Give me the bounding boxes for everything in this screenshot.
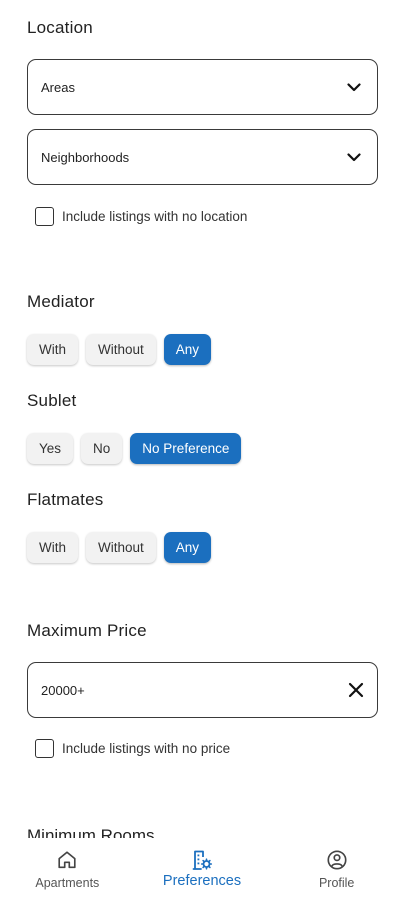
flatmates-option-any[interactable]: Any	[163, 532, 212, 563]
sublet-option-no-preference[interactable]: No Preference	[130, 433, 242, 464]
flatmates-title: Flatmates	[27, 490, 104, 509]
nav-label-apartments: Apartments	[35, 876, 100, 890]
areas-value: Areas	[41, 79, 75, 95]
nav-item-profile[interactable]: Profile	[269, 838, 404, 900]
nav-item-preferences[interactable]: Preferences	[135, 838, 270, 900]
no-price-checkbox-row[interactable]: Include listings with no price	[35, 739, 230, 758]
user-circle-icon	[325, 848, 349, 872]
mediator-option-any[interactable]: Any	[163, 334, 212, 365]
min-rooms-title: Minimum Rooms	[27, 826, 155, 838]
sublet-title: Sublet	[27, 391, 77, 410]
building-settings-icon	[190, 848, 214, 872]
sublet-option-no[interactable]: No	[81, 433, 123, 464]
home-icon	[55, 848, 79, 872]
flatmates-option-without[interactable]: Without	[86, 532, 156, 563]
neighborhoods-value: Neighborhoods	[41, 149, 130, 165]
preferences-scroll-area[interactable]: Location Areas Neighborhoods Include lis…	[0, 0, 404, 838]
no-price-label: Include listings with no price	[62, 741, 231, 756]
max-price-field[interactable]: 20000+	[27, 662, 378, 718]
mediator-title: Mediator	[27, 292, 95, 311]
sublet-option-yes[interactable]: Yes	[27, 433, 74, 464]
mediator-option-without[interactable]: Without	[86, 334, 156, 365]
no-location-label: Include listings with no location	[62, 209, 248, 224]
bottom-nav: Apartments Preferences Profile	[0, 838, 404, 900]
nav-label-preferences: Preferences	[162, 873, 242, 889]
location-title: Location	[27, 18, 93, 37]
neighborhoods-dropdown[interactable]: Neighborhoods	[27, 129, 378, 185]
no-location-checkbox-row[interactable]: Include listings with no location	[35, 207, 247, 226]
clear-icon[interactable]	[347, 681, 365, 699]
flatmates-option-with[interactable]: With	[27, 532, 78, 563]
max-price-title: Maximum Price	[27, 621, 147, 640]
areas-dropdown[interactable]: Areas	[27, 59, 378, 115]
mediator-option-with[interactable]: With	[27, 334, 78, 365]
sublet-options: Yes No No Preference	[27, 433, 242, 464]
nav-label-profile: Profile	[318, 876, 355, 890]
flatmates-options: With Without Any	[27, 532, 212, 563]
max-price-value: 20000+	[41, 682, 85, 698]
chevron-down-icon	[345, 78, 363, 96]
nav-item-apartments[interactable]: Apartments	[0, 838, 135, 900]
mediator-options: With Without Any	[27, 334, 212, 365]
no-location-checkbox[interactable]	[35, 207, 54, 226]
no-price-checkbox[interactable]	[35, 739, 54, 758]
chevron-down-icon	[345, 148, 363, 166]
